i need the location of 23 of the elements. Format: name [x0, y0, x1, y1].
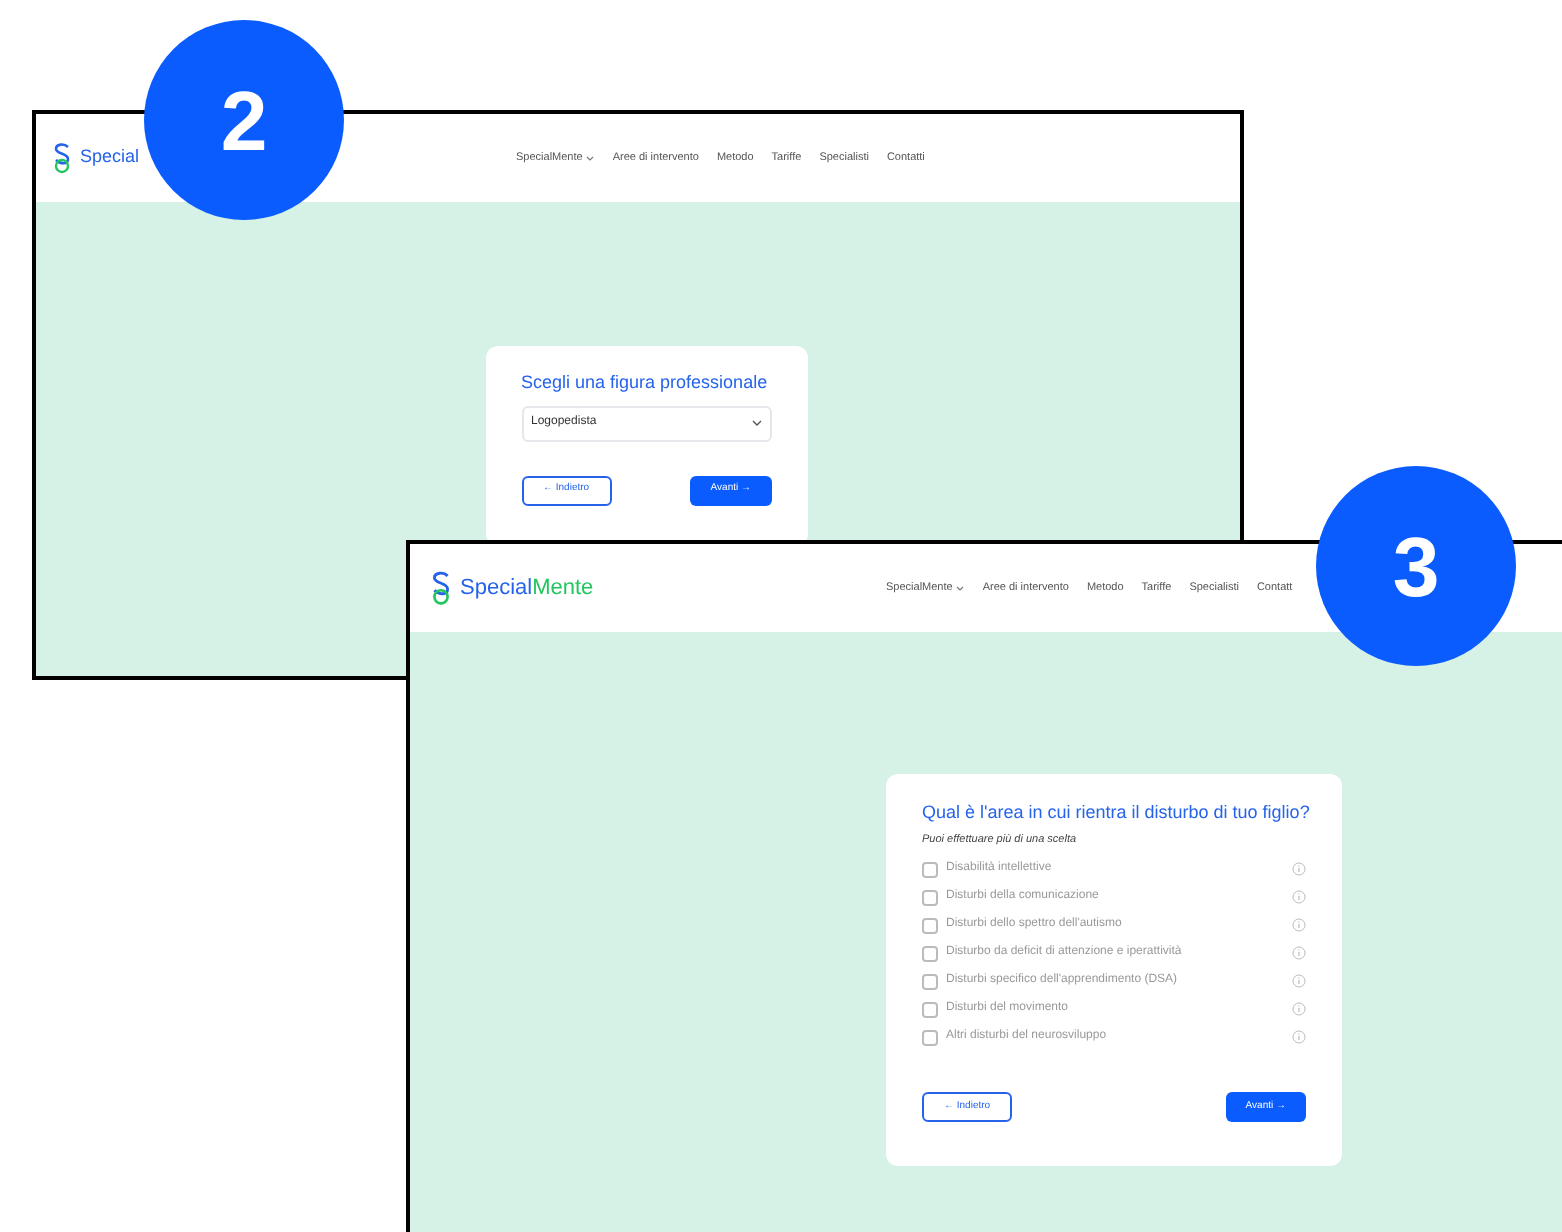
checkbox[interactable] [922, 889, 938, 906]
info-icon[interactable] [1292, 974, 1306, 989]
logo-text[interactable]: SpecialMente [460, 571, 594, 605]
checkbox[interactable] [922, 945, 938, 962]
logo-icon [52, 142, 72, 174]
checkbox[interactable] [922, 917, 938, 934]
info-icon[interactable] [1292, 890, 1306, 905]
info-icon[interactable] [1292, 918, 1306, 933]
step-badge: 2 [144, 20, 344, 220]
checkbox[interactable] [922, 1001, 938, 1018]
step-badge: 3 [1316, 466, 1516, 666]
checkbox[interactable] [922, 1029, 938, 1046]
info-icon[interactable] [1292, 1030, 1306, 1045]
checkbox[interactable] [922, 861, 938, 878]
info-icon[interactable] [1292, 946, 1306, 961]
logo-text[interactable]: Special [80, 144, 140, 172]
card-title: Qual è l'area in cui rientra il disturbo di tuo figlio? [922, 800, 1306, 826]
info-icon[interactable] [1292, 1002, 1306, 1017]
logo-icon [430, 570, 452, 606]
card-title: Scegli una figura professionale [521, 370, 770, 396]
chevron-icon [751, 420, 761, 426]
info-icon[interactable] [1292, 862, 1306, 877]
checkbox[interactable] [922, 973, 938, 990]
